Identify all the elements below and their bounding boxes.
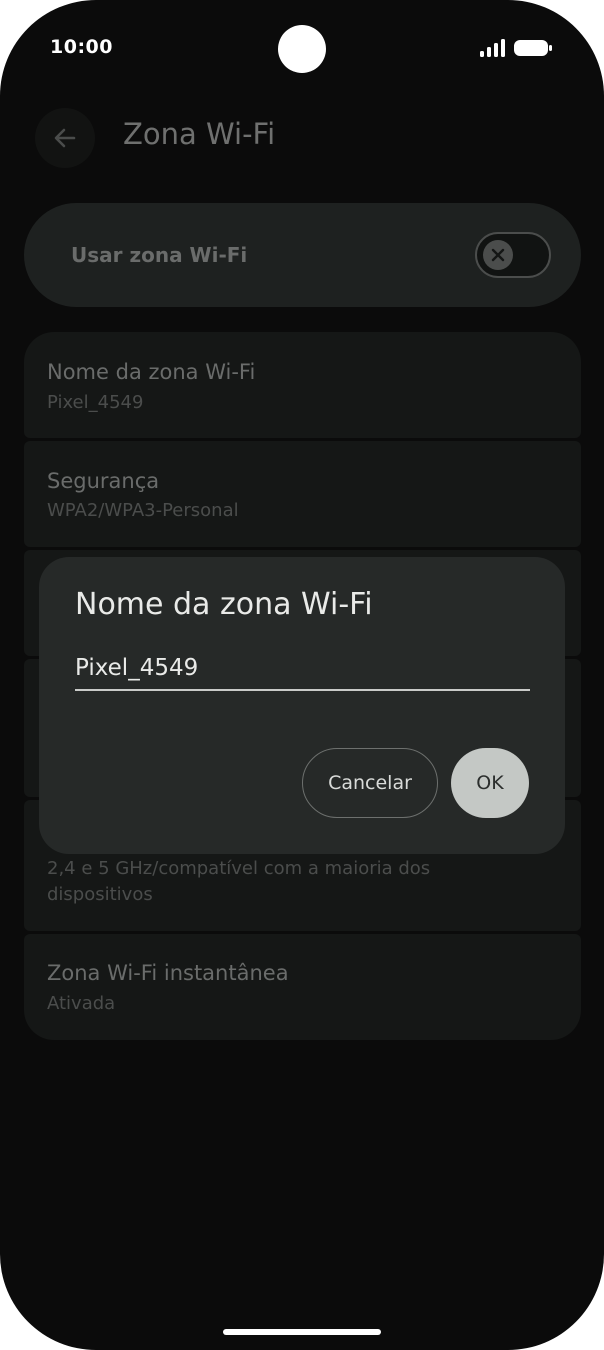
item-subtitle: Ativada: [47, 993, 116, 1014]
home-indicator[interactable]: [223, 1329, 381, 1335]
list-item-hotspot-name[interactable]: Nome da zona Wi-Fi Pixel_4549: [24, 332, 581, 438]
hotspot-toggle-card[interactable]: Usar zona Wi-Fi: [24, 203, 581, 307]
back-button[interactable]: [35, 108, 95, 168]
list-item-security[interactable]: Segurança WPA2/WPA3-Personal: [24, 441, 581, 547]
ok-button[interactable]: OK: [451, 748, 529, 818]
item-subtitle: WPA2/WPA3-Personal: [47, 500, 239, 521]
dialog-title: Nome da zona Wi-Fi: [75, 587, 373, 622]
hotspot-name-input[interactable]: [75, 647, 530, 691]
phone-screen: 10:00 Zona Wi-Fi Usar zona Wi-Fi Nome da…: [0, 0, 604, 1350]
cancel-button[interactable]: Cancelar: [302, 748, 438, 818]
camera-cutout: [278, 25, 326, 73]
hotspot-name-dialog: Nome da zona Wi-Fi Cancelar OK: [39, 557, 565, 854]
item-title: Nome da zona Wi-Fi: [47, 360, 256, 384]
item-title: Segurança: [47, 469, 160, 493]
item-subtitle: Pixel_4549: [47, 392, 144, 413]
status-time: 10:00: [50, 36, 113, 58]
hotspot-switch[interactable]: [475, 232, 551, 278]
page-title: Zona Wi-Fi: [123, 117, 276, 151]
list-item-instant-hotspot[interactable]: Zona Wi-Fi instantânea Ativada: [24, 934, 581, 1040]
item-title: Zona Wi-Fi instantânea: [47, 961, 289, 985]
close-icon: [491, 248, 505, 262]
item-subtitle: 2,4 e 5 GHz/compatível com a maioria dos…: [47, 858, 431, 905]
hotspot-toggle-label: Usar zona Wi-Fi: [71, 243, 248, 267]
battery-icon: [514, 40, 552, 56]
arrow-back-icon: [54, 128, 76, 148]
switch-knob: [483, 240, 513, 270]
signal-bars-icon: [480, 39, 505, 57]
